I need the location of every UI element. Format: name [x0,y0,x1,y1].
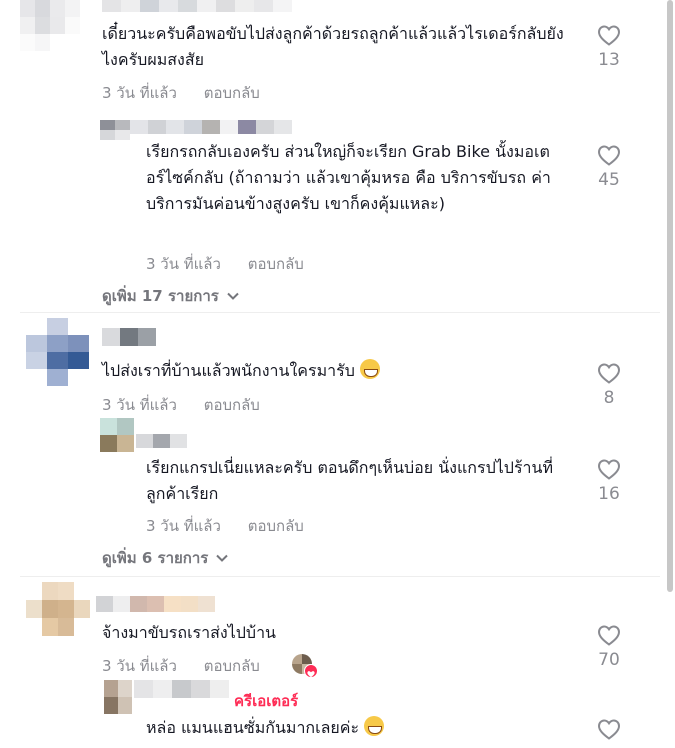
reply-button[interactable]: ตอบกลับ [248,255,304,273]
comment-meta: 3 วัน ที่แล้ว ตอบกลับ [102,654,260,678]
comment-time: 3 วัน ที่แล้ว [102,84,177,102]
comment-meta: 3 วัน ที่แล้ว ตอบกลับ [102,81,260,105]
view-more-label: ดูเพิ่ม 6 รายการ [102,549,209,567]
reply-text: หล่อ แมนแฮนซั่มกันมากเลยค่ะ [146,715,564,741]
like-count: 8 [603,388,615,408]
scrollbar-track[interactable] [665,0,675,748]
reply-text-body: หล่อ แมนแฮนซั่มกันมากเลยค่ะ [146,718,360,737]
comment-time: 3 วัน ที่แล้ว [102,657,177,675]
username-blurred[interactable] [96,596,216,612]
like-button[interactable] [587,718,631,740]
reply-button[interactable]: ตอบกลับ [204,657,260,675]
comment-text-body: ไปส่งเราที่บ้านแล้วพนักงานใครมารับ [102,361,355,380]
laughing-emoji-icon [359,359,380,379]
heart-outline-icon [597,719,621,740]
username-blurred[interactable] [130,120,292,134]
reply-time: 3 วัน ที่แล้ว [146,255,221,273]
comment-text: เดี๋ยวนะครับคือพอขับไปส่งลูกค้าด้วยรถลูก… [102,24,564,69]
reply-meta: 3 วัน ที่แล้ว ตอบกลับ [146,252,304,276]
creator-badge: ครีเอเตอร์ [234,692,299,710]
comment-text: จ้างมาขับรถเราส่งไปบ้าน [102,623,276,642]
grinning-emoji-icon [364,716,385,736]
username-blurred[interactable] [102,0,292,12]
heart-outline-icon [597,459,621,480]
reply-time: 3 วัน ที่แล้ว [146,517,221,535]
avatar[interactable] [26,582,90,638]
username-blurred[interactable] [136,434,187,448]
like-count: 70 [598,650,620,670]
chevron-down-icon [227,292,239,300]
heart-outline-icon [597,625,621,646]
comment-meta: 3 วัน ที่แล้ว ตอบกลับ [102,393,260,417]
like-count: 13 [598,50,620,70]
reply-button[interactable]: ตอบกลับ [248,517,304,535]
reply-meta: 3 วัน ที่แล้ว ตอบกลับ [146,514,304,538]
heart-outline-icon [597,145,621,166]
creator-liked-indicator [292,654,318,678]
divider [20,576,660,577]
heart-outline-icon [597,25,621,46]
heart-outline-icon [597,363,621,384]
like-button[interactable]: 8 [587,362,631,408]
reply-text: เรียกแกรปเนี่ยแหละครับ ตอนดึกๆเห็นบ่อย น… [146,458,554,503]
avatar[interactable] [100,418,134,452]
like-button[interactable]: 70 [587,624,631,670]
chevron-down-icon [216,554,229,562]
view-more-replies-button[interactable]: ดูเพิ่ม 6 รายการ [102,546,229,570]
avatar[interactable] [20,0,80,52]
like-count: 45 [598,170,620,190]
avatar[interactable] [100,120,130,140]
heart-filled-icon [304,664,318,678]
view-more-replies-button[interactable]: ดูเพิ่ม 17 รายการ [102,284,239,308]
username-blurred[interactable] [134,680,230,698]
username-blurred[interactable] [102,328,156,346]
like-button[interactable]: 16 [587,458,631,504]
reply-button[interactable]: ตอบกลับ [204,84,260,102]
comment-time: 3 วัน ที่แล้ว [102,396,177,414]
reply-button[interactable]: ตอบกลับ [204,396,260,414]
reply-text: เรียกรถกลับเองครับ ส่วนใหญ่ก็จะเรียก Gra… [146,142,551,213]
divider [20,312,660,313]
comment-text: ไปส่งเราที่บ้านแล้วพนักงานใครมารับ [102,358,572,384]
scrollbar-thumb[interactable] [667,0,673,592]
view-more-label: ดูเพิ่ม 17 รายการ [102,287,219,305]
avatar[interactable] [26,318,90,388]
like-button[interactable]: 13 [587,24,631,70]
like-count: 16 [598,484,620,504]
avatar[interactable] [104,680,132,714]
like-button[interactable]: 45 [587,144,631,190]
